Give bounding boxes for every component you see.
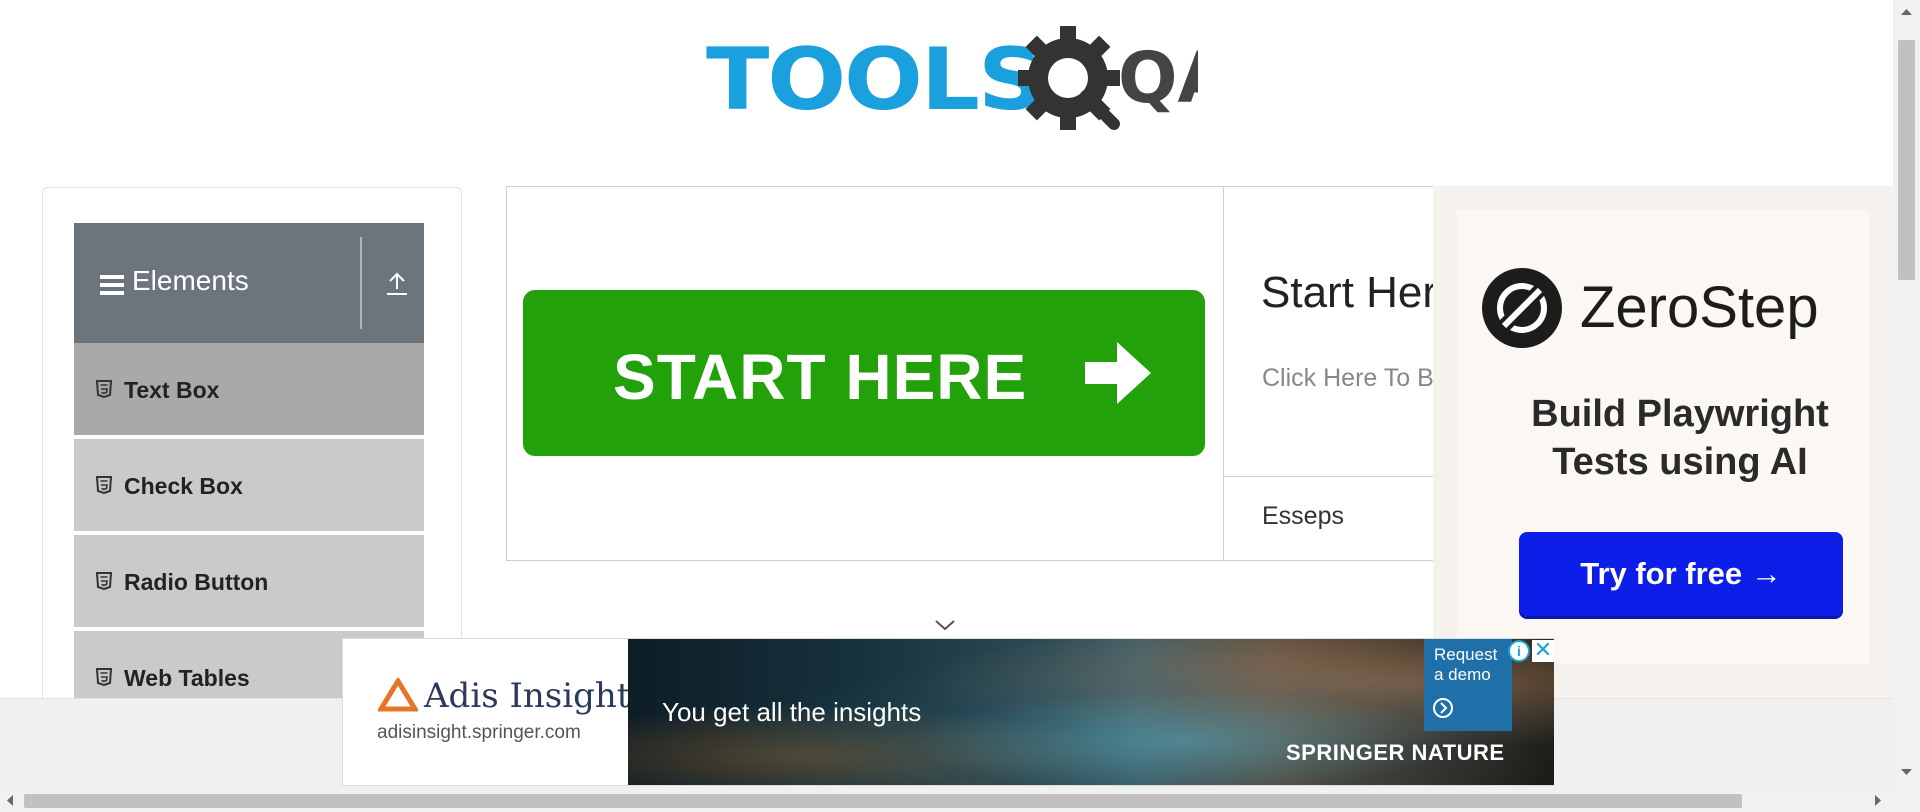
start-here-button[interactable]: START HERE [523, 290, 1205, 456]
sidebar-item-check-box[interactable]: Check Box [74, 439, 424, 533]
sidebar-item-text-box[interactable]: Text Box [74, 343, 424, 437]
vertical-scrollbar[interactable] [1893, 0, 1920, 790]
zerostep-logo-icon [1482, 268, 1562, 348]
zerostep-tagline: Build Playwright Tests using AI [1470, 390, 1890, 486]
scroll-thumb[interactable] [1898, 40, 1915, 280]
adis-brand: Adis Insight [424, 676, 631, 716]
html5-icon [96, 476, 112, 494]
ad-headline: You get all the insights [662, 697, 922, 727]
sidebar-item-radio-button[interactable]: Radio Button [74, 535, 424, 629]
tagline-line: Build Playwright [1531, 393, 1829, 435]
toolsqa-logo[interactable]: TOOLS QA [706, 22, 1198, 138]
html5-icon [96, 572, 112, 590]
tagline-line: Tests using AI [1552, 441, 1808, 483]
adis-url: adisinsight.springer.com [377, 722, 581, 743]
html5-icon [96, 380, 112, 398]
sidebar-item-label: Web Tables [124, 665, 250, 691]
banner-subtitle[interactable]: Click Here To Begin [1262, 364, 1434, 393]
scroll-left-icon[interactable] [6, 795, 14, 806]
banner-text-panel: Start Here Click Here To Begin Esseps [1224, 187, 1434, 560]
sidebar-group-title: Elements [132, 265, 249, 296]
banner-title: Start Here [1261, 268, 1434, 317]
try-for-free-button[interactable]: Try for free → [1519, 532, 1843, 616]
ad-info-icon[interactable]: i [1508, 640, 1530, 662]
logo-text: TOOLS [706, 30, 1045, 130]
arrow-right-icon [1085, 342, 1151, 404]
zerostep-brand: ZeroStep [1580, 275, 1819, 340]
horizontal-scrollbar[interactable] [0, 790, 1920, 812]
springer-nature-logo: SPRINGER NATURE [1286, 740, 1505, 765]
logo-suffix: QA [1118, 37, 1198, 119]
hamburger-icon [100, 275, 124, 295]
scroll-up-icon[interactable] [1901, 8, 1912, 16]
html5-icon [96, 668, 112, 686]
collapse-up-icon[interactable] [386, 271, 408, 297]
scroll-right-icon[interactable] [1874, 795, 1882, 806]
scroll-thumb[interactable] [24, 794, 1742, 808]
banner-brand: Esseps [1262, 502, 1344, 530]
header-divider [360, 237, 362, 329]
scroll-down-icon[interactable] [1901, 768, 1912, 776]
gear-magnifier-icon: QA [1018, 26, 1198, 130]
start-here-label: START HERE [613, 341, 1028, 413]
chevron-down-icon[interactable] [934, 618, 956, 632]
sidebar-group-elements[interactable]: Elements [74, 223, 424, 343]
adis-triangle-icon [378, 678, 418, 712]
sidebar-item-label: Check Box [124, 473, 243, 499]
ad-close-icon[interactable]: ✕ [1532, 639, 1554, 662]
sidebar-item-label: Text Box [124, 377, 220, 403]
circle-arrow-icon [1433, 698, 1453, 718]
request-demo-label: Request a demo [1434, 645, 1498, 684]
sidebar-item-label: Radio Button [124, 569, 269, 595]
